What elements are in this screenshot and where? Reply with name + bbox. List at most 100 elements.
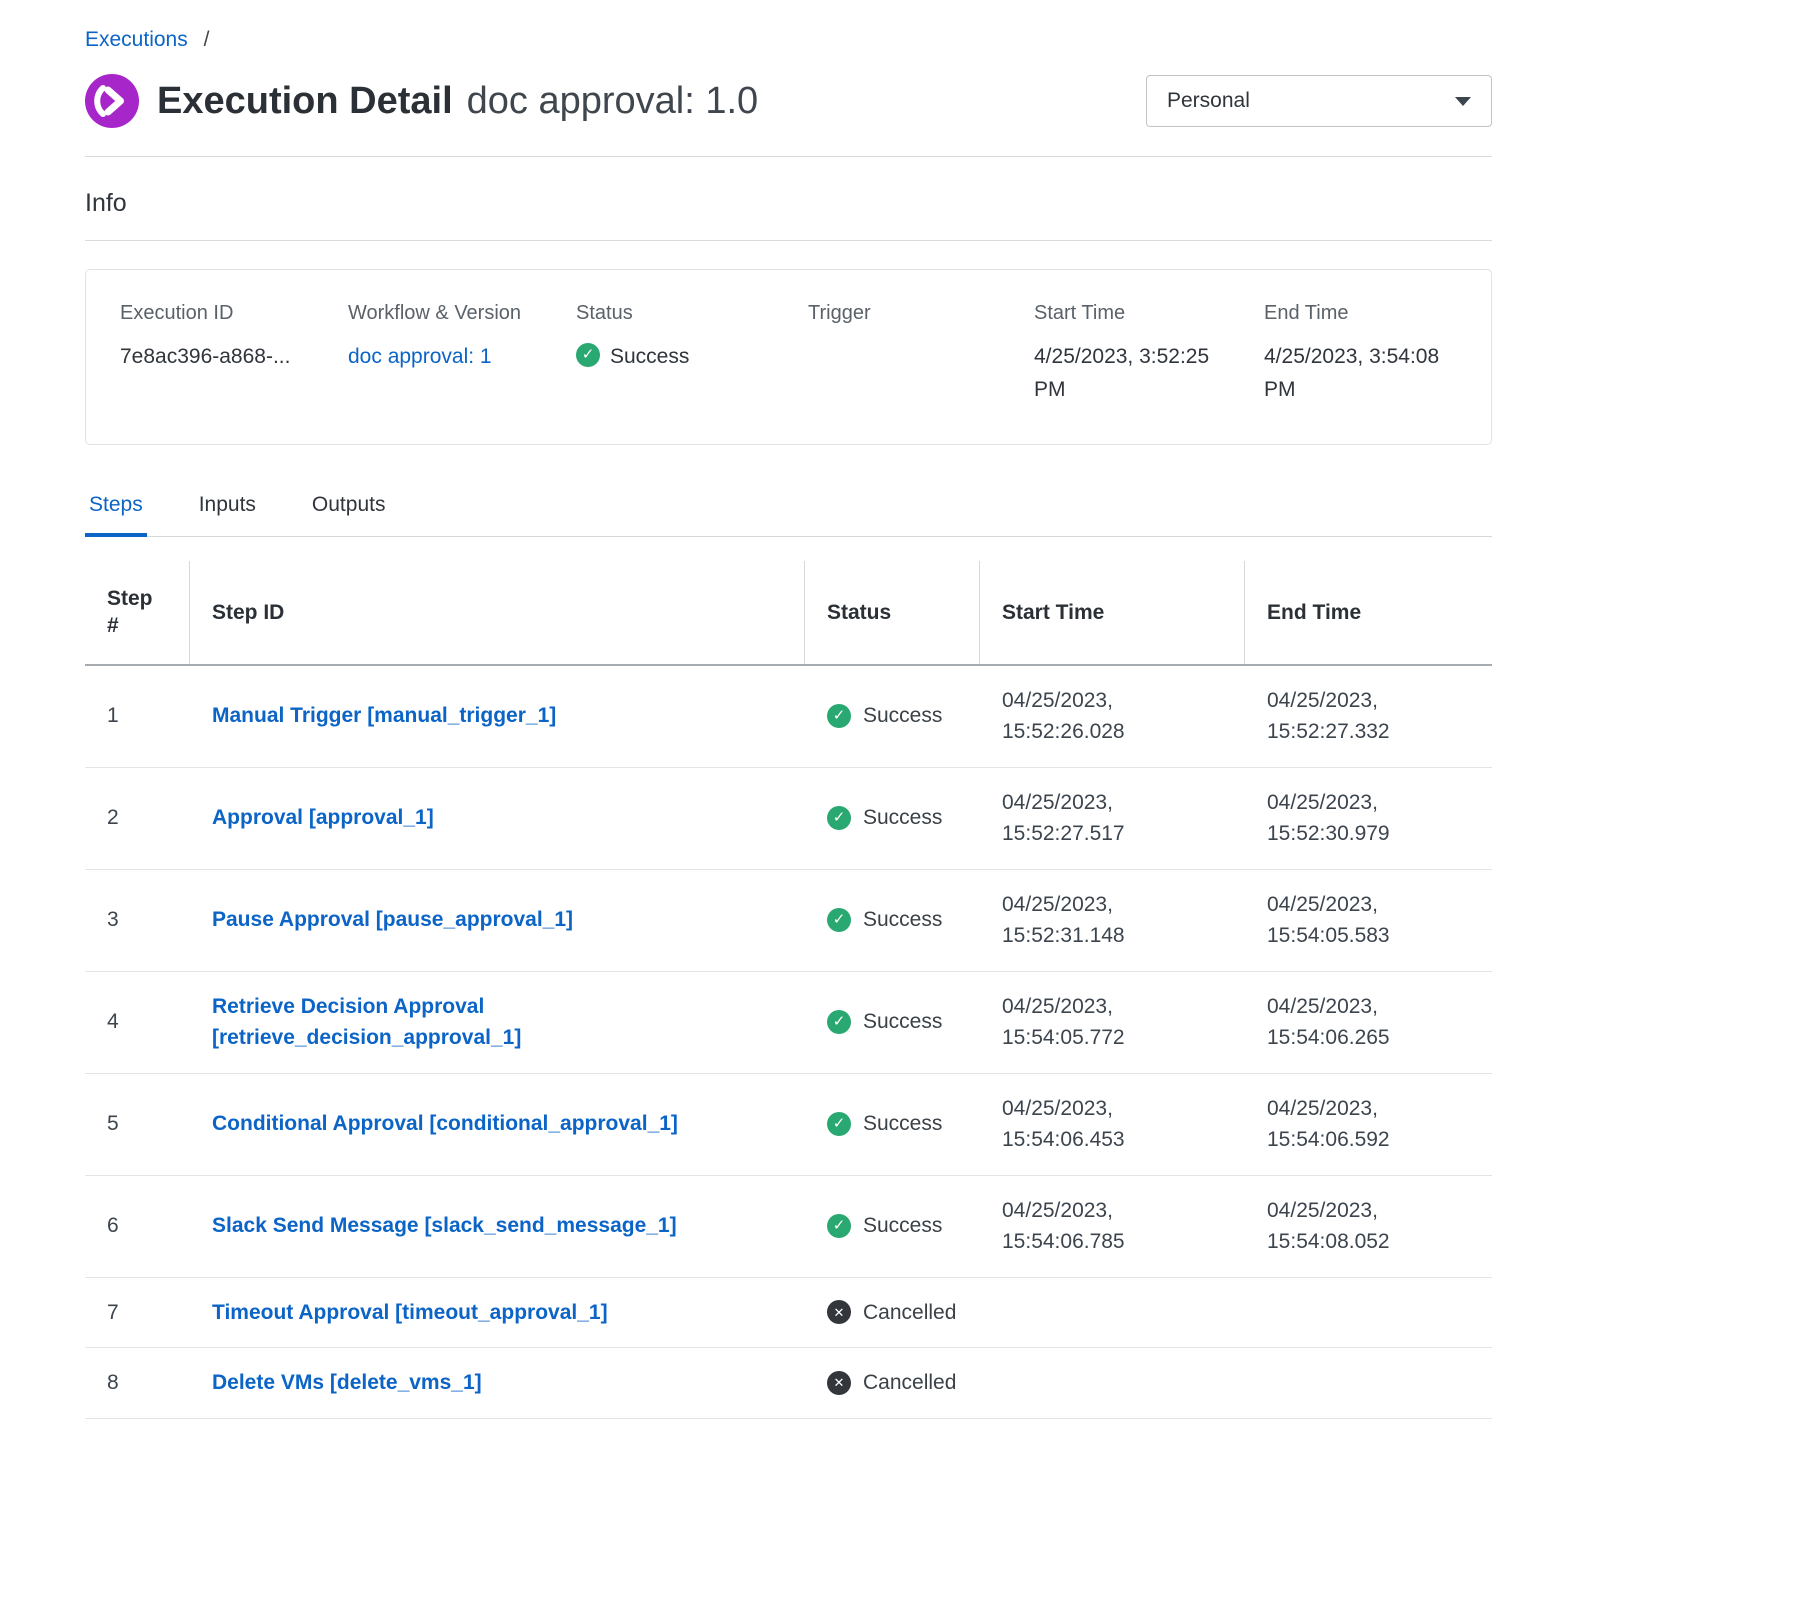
info-field-label: Execution ID xyxy=(120,302,332,325)
info-field: Status Success xyxy=(576,302,808,406)
info-field-value: doc approval: 1 xyxy=(348,341,553,374)
step-end-time: 04/25/2023, 15:54:05.583 xyxy=(1245,870,1492,971)
step-number: 6 xyxy=(85,1191,190,1261)
step-id-link[interactable]: Conditional Approval [conditional_approv… xyxy=(212,1112,678,1135)
step-start-time: 04/25/2023, 15:54:05.772 xyxy=(980,972,1245,1073)
cancelled-icon xyxy=(827,1371,851,1395)
step-start-time: 04/25/2023, 15:52:26.028 xyxy=(980,666,1245,767)
workflow-version-link[interactable]: doc approval: 1 xyxy=(348,341,492,374)
info-section-heading: Info xyxy=(85,189,1492,218)
step-id-cell: Approval [approval_1] xyxy=(190,783,805,853)
step-id-link[interactable]: Manual Trigger [manual_trigger_1] xyxy=(212,704,556,727)
step-id-cell: Delete VMs [delete_vms_1] xyxy=(190,1348,805,1418)
step-start-time: 04/25/2023, 15:54:06.453 xyxy=(980,1074,1245,1175)
tab-outputs[interactable]: Outputs xyxy=(308,493,390,537)
info-field-label: Workflow & Version xyxy=(348,302,560,325)
execution-detail-page: Executions / Execution Detail doc approv… xyxy=(85,28,1492,1419)
cancelled-icon xyxy=(827,1300,851,1324)
info-field-value-text: 4/25/2023, 3:54:08 PM xyxy=(1264,341,1465,406)
status-label: Success xyxy=(863,1006,942,1038)
success-icon xyxy=(827,1010,851,1034)
tab-bar: Steps Inputs Outputs xyxy=(85,493,1492,537)
step-number: 8 xyxy=(85,1348,190,1418)
info-field-value: 4/25/2023, 3:52:25 PM xyxy=(1034,341,1239,406)
step-id-link[interactable]: Approval [approval_1] xyxy=(212,806,434,829)
step-number: 3 xyxy=(85,885,190,955)
step-number: 2 xyxy=(85,783,190,853)
step-start-time xyxy=(980,1293,1245,1331)
table-row: 1 Manual Trigger [manual_trigger_1] Succ… xyxy=(85,666,1492,768)
info-field-value: Success xyxy=(576,341,781,374)
tab-inputs[interactable]: Inputs xyxy=(195,493,260,537)
step-end-time xyxy=(1245,1293,1492,1331)
step-end-time: 04/25/2023, 15:54:06.592 xyxy=(1245,1074,1492,1175)
info-field-value: 7e8ac396-a868-... xyxy=(120,341,325,374)
col-step-id: Step ID xyxy=(190,561,805,664)
success-icon xyxy=(827,1214,851,1238)
steps-table-body: 1 Manual Trigger [manual_trigger_1] Succ… xyxy=(85,666,1492,1419)
status-label: Success xyxy=(863,700,942,732)
step-end-time: 04/25/2023, 15:52:27.332 xyxy=(1245,666,1492,767)
step-number: 1 xyxy=(85,681,190,751)
info-field-value-text: 7e8ac396-a868-... xyxy=(120,341,290,374)
breadcrumb-executions-link[interactable]: Executions xyxy=(85,28,188,51)
step-id-link[interactable]: Delete VMs [delete_vms_1] xyxy=(212,1371,482,1394)
step-status-cell: Success xyxy=(805,681,980,751)
info-divider xyxy=(85,240,1492,241)
table-row: 3 Pause Approval [pause_approval_1] Succ… xyxy=(85,870,1492,972)
step-id-cell: Conditional Approval [conditional_approv… xyxy=(190,1089,805,1159)
header-divider xyxy=(85,156,1492,157)
step-id-link[interactable]: Pause Approval [pause_approval_1] xyxy=(212,908,573,931)
col-step-number: Step # xyxy=(85,561,190,664)
step-number: 7 xyxy=(85,1278,190,1348)
info-field: Trigger xyxy=(808,302,1034,406)
page-title: Execution Detail doc approval: 1.0 xyxy=(85,74,758,128)
page-title-main: Execution Detail xyxy=(157,80,453,123)
step-end-time xyxy=(1245,1364,1492,1402)
step-id-cell: Slack Send Message [slack_send_message_1… xyxy=(190,1191,805,1261)
status-label: Success xyxy=(863,1108,942,1140)
success-icon xyxy=(827,908,851,932)
success-icon xyxy=(827,704,851,728)
success-icon xyxy=(827,806,851,830)
step-start-time: 04/25/2023, 15:52:31.148 xyxy=(980,870,1245,971)
breadcrumb-separator: / xyxy=(204,28,210,51)
col-end-time: End Time xyxy=(1245,561,1492,664)
steps-table: Step # Step ID Status Start Time End Tim… xyxy=(85,561,1492,1419)
info-field: End Time 4/25/2023, 3:54:08 PM xyxy=(1264,302,1481,406)
step-status-cell: Cancelled xyxy=(805,1278,980,1348)
info-field-value: 4/25/2023, 3:54:08 PM xyxy=(1264,341,1465,406)
info-field-label: End Time xyxy=(1264,302,1465,325)
scope-dropdown[interactable]: Personal xyxy=(1146,75,1492,127)
table-row: 5 Conditional Approval [conditional_appr… xyxy=(85,1074,1492,1176)
step-id-link[interactable]: Retrieve Decision Approval [retrieve_dec… xyxy=(212,995,521,1050)
info-field-value-text: Success xyxy=(610,341,689,374)
status-label: Success xyxy=(863,904,942,936)
step-start-time: 04/25/2023, 15:54:06.785 xyxy=(980,1176,1245,1277)
info-field: Start Time 4/25/2023, 3:52:25 PM xyxy=(1034,302,1264,406)
status-label: Cancelled xyxy=(863,1367,956,1399)
table-row: 7 Timeout Approval [timeout_approval_1] … xyxy=(85,1278,1492,1349)
step-start-time: 04/25/2023, 15:52:27.517 xyxy=(980,768,1245,869)
page-title-subtitle: doc approval: 1.0 xyxy=(467,80,759,123)
step-status-cell: Success xyxy=(805,1191,980,1261)
info-field-label: Status xyxy=(576,302,792,325)
step-id-link[interactable]: Slack Send Message [slack_send_message_1… xyxy=(212,1214,677,1237)
step-status-cell: Success xyxy=(805,987,980,1057)
status-label: Cancelled xyxy=(863,1297,956,1329)
table-row: 4 Retrieve Decision Approval [retrieve_d… xyxy=(85,972,1492,1074)
step-end-time: 04/25/2023, 15:54:08.052 xyxy=(1245,1176,1492,1277)
step-status-cell: Success xyxy=(805,1089,980,1159)
step-status-cell: Success xyxy=(805,885,980,955)
step-end-time: 04/25/2023, 15:52:30.979 xyxy=(1245,768,1492,869)
success-icon xyxy=(576,343,600,367)
step-end-time: 04/25/2023, 15:54:06.265 xyxy=(1245,972,1492,1073)
info-field-label: Start Time xyxy=(1034,302,1248,325)
info-field-label: Trigger xyxy=(808,302,1018,325)
step-id-link[interactable]: Timeout Approval [timeout_approval_1] xyxy=(212,1301,608,1324)
step-number: 5 xyxy=(85,1089,190,1159)
info-field-value-text: 4/25/2023, 3:52:25 PM xyxy=(1034,341,1239,406)
breadcrumb: Executions / xyxy=(85,28,1492,52)
tab-steps[interactable]: Steps xyxy=(85,493,147,537)
success-icon xyxy=(827,1112,851,1136)
